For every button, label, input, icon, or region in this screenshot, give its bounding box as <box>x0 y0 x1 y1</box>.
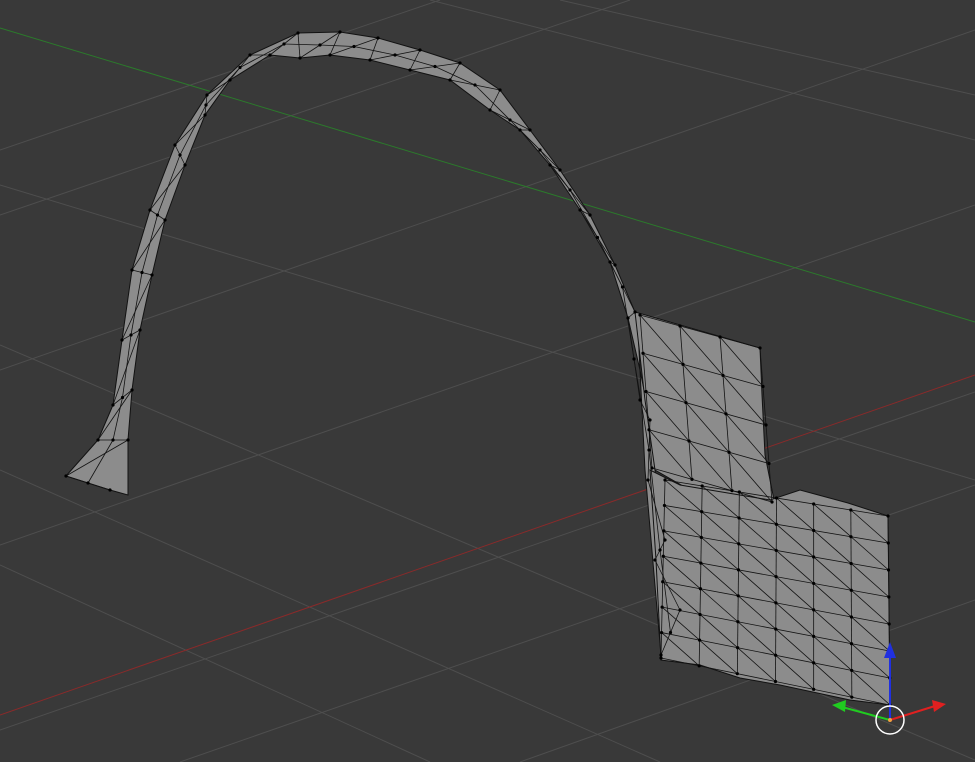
mesh-lower-panel-face[interactable] <box>649 469 891 706</box>
gizmo-x-arrow-icon[interactable] <box>932 700 946 712</box>
origin-point <box>888 718 892 722</box>
mesh-object[interactable] <box>64 30 892 707</box>
mesh-arch-face[interactable] <box>65 31 681 661</box>
3d-viewport[interactable] <box>0 0 975 762</box>
gizmo-y-axis[interactable] <box>841 706 891 721</box>
viewport-canvas[interactable] <box>0 0 975 762</box>
